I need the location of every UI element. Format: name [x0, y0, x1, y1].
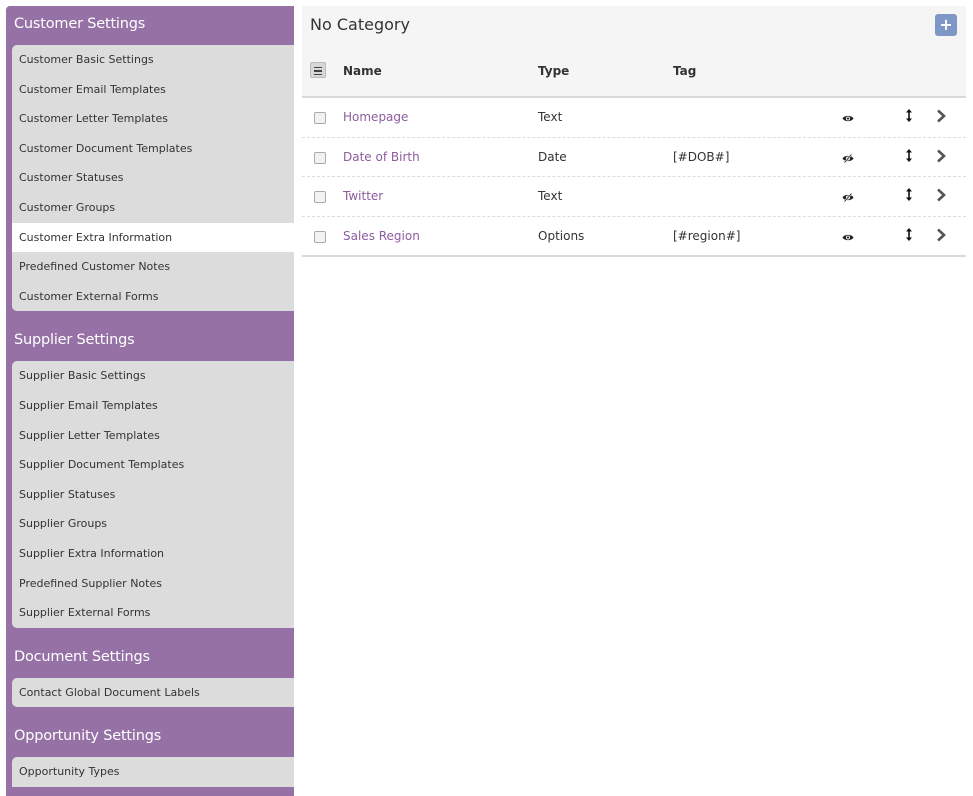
sidebar-item[interactable]: Customer Extra Information	[12, 222, 294, 253]
table-row: Sales Region Options [#region#]	[302, 217, 966, 256]
sidebar-item[interactable]: Customer Statuses	[12, 163, 294, 193]
field-name-link[interactable]: Homepage	[343, 110, 408, 124]
row-checkbox[interactable]	[314, 230, 326, 243]
sidebar-item[interactable]: Customer Email Templates	[12, 75, 294, 105]
eye-icon[interactable]	[842, 231, 854, 245]
sidebar-section-list: Supplier Basic Settings Supplier Email Te…	[12, 361, 294, 628]
field-type: Options	[538, 228, 585, 243]
sidebar-section-title: Opportunity Settings	[14, 728, 162, 745]
chevron-right-icon[interactable]	[936, 188, 946, 205]
sidebar-item[interactable]: Supplier Extra Information	[12, 539, 294, 569]
field-type: Text	[538, 189, 563, 203]
table-row: Twitter Text	[302, 177, 966, 217]
sidebar-item[interactable]: Customer Basic Settings	[12, 45, 294, 75]
table-row: Date of Birth Date [#DOB#]	[302, 138, 966, 177]
row-checkbox[interactable]	[314, 112, 326, 124]
sidebar-section-list: Contact Global Document Labels	[12, 677, 294, 708]
sidebar-item[interactable]: Supplier Email Templates	[12, 391, 294, 421]
field-tag: [#DOB#]	[673, 149, 730, 164]
sidebar-item[interactable]: Supplier Letter Templates	[12, 421, 294, 451]
sidebar-item[interactable]: Supplier External Forms	[12, 598, 294, 628]
field-name-link[interactable]: Date of Birth	[343, 150, 420, 164]
field-type: Text	[538, 110, 563, 124]
column-header-type[interactable]: Type	[538, 64, 569, 78]
sidebar-item[interactable]: Customer Letter Templates	[12, 104, 294, 134]
field-tag: [#region#]	[673, 228, 741, 243]
sidebar-item[interactable]: Supplier Document Templates	[12, 450, 294, 480]
fields-table-body: Homepage Text Date of Birth Date [#DOB#] Twit…	[302, 98, 966, 257]
plus-icon: +	[939, 15, 953, 34]
table-row: Homepage Text	[302, 98, 966, 138]
column-header-name[interactable]: Name	[343, 64, 382, 78]
sidebar-item[interactable]: Supplier Statuses	[12, 480, 294, 510]
sidebar-item[interactable]: Customer Groups	[12, 193, 294, 223]
chevron-right-icon[interactable]	[936, 228, 946, 245]
sidebar-section-title: Customer Settings	[14, 16, 146, 32]
sidebar-section-title: Document Settings	[14, 648, 150, 665]
sidebar-section-list: Customer Basic Settings Customer Email Te…	[12, 45, 294, 312]
sidebar-item[interactable]: Supplier Basic Settings	[12, 361, 294, 391]
column-header-row: Name Type Tag	[302, 62, 966, 82]
reorder-handle-icon[interactable]	[906, 148, 912, 165]
row-checkbox[interactable]	[314, 191, 326, 203]
eye-slash-icon[interactable]	[842, 191, 854, 205]
reorder-handle-icon[interactable]	[906, 188, 912, 204]
page-title: No Category	[310, 15, 410, 34]
eye-slash-icon[interactable]	[842, 152, 854, 166]
sidebar-item[interactable]: Contact Global Document Labels	[12, 678, 294, 708]
reorder-handle-icon[interactable]	[906, 227, 912, 244]
field-name-link[interactable]: Sales Region	[343, 229, 420, 243]
menu-icon[interactable]	[310, 62, 326, 78]
chevron-right-icon[interactable]	[936, 109, 946, 126]
column-header-tag[interactable]: Tag	[673, 64, 696, 78]
sidebar-item[interactable]: Predefined Customer Notes	[12, 252, 294, 282]
sidebar-item[interactable]: Predefined Supplier Notes	[12, 569, 294, 599]
sidebar-item[interactable]: Opportunity Types	[12, 757, 294, 787]
eye-icon[interactable]	[842, 112, 854, 126]
panel-header: No Category + Name Type Tag	[302, 6, 966, 98]
main-panel: No Category + Name Type Tag Homepage Text…	[302, 6, 966, 257]
add-button[interactable]: +	[935, 14, 957, 36]
settings-sidebar: Customer Settings Customer Basic Settings…	[6, 6, 294, 796]
sidebar-section-list: Opportunity Types	[12, 757, 294, 787]
sidebar-section-title: Supplier Settings	[14, 332, 135, 349]
field-type: Date	[538, 149, 567, 164]
sidebar-item[interactable]: Supplier Groups	[12, 509, 294, 539]
field-name-link[interactable]: Twitter	[343, 189, 383, 203]
chevron-right-icon[interactable]	[936, 149, 946, 166]
row-checkbox[interactable]	[314, 151, 326, 164]
sidebar-item[interactable]: Customer Document Templates	[12, 134, 294, 164]
reorder-handle-icon[interactable]	[906, 109, 912, 125]
sidebar-item[interactable]: Customer External Forms	[12, 282, 294, 312]
